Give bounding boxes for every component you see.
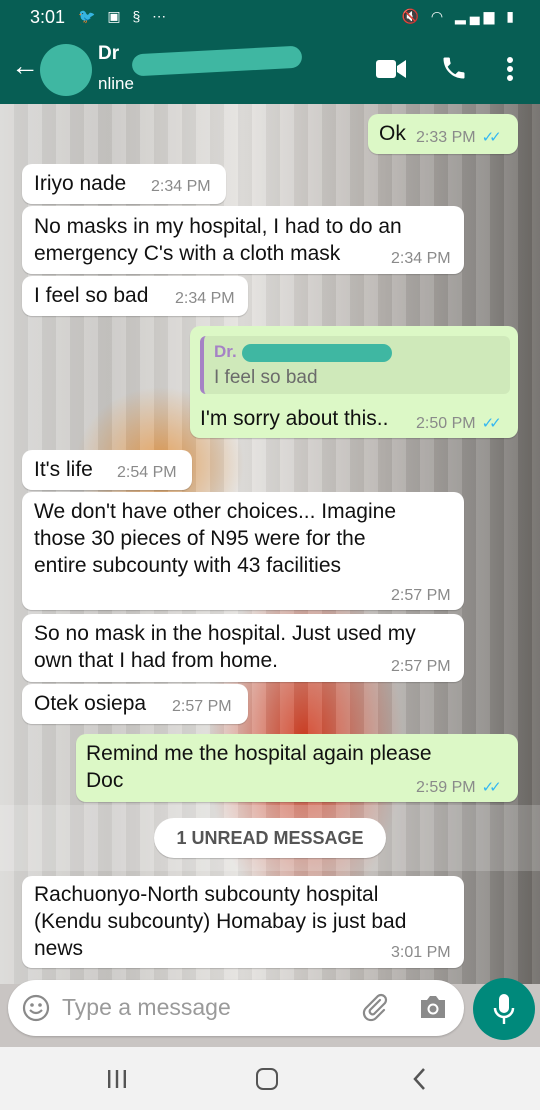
message-text: So no mask in the hospital. Just used my… bbox=[34, 622, 416, 672]
chat-header: ← Dr nline bbox=[0, 34, 540, 104]
message-time: 2:34 PM bbox=[151, 178, 211, 195]
attach-icon[interactable] bbox=[360, 992, 390, 1022]
message-time: 2:34 PM bbox=[391, 250, 451, 267]
mic-icon bbox=[493, 994, 515, 1024]
message-text: Ok bbox=[379, 122, 406, 145]
more-dots-icon: ⋯ bbox=[152, 8, 171, 24]
message-bubble-outgoing-reply[interactable]: Dr. I feel so bad I'm sorry about this..… bbox=[190, 326, 518, 438]
quoted-message[interactable]: Dr. I feel so bad bbox=[200, 336, 510, 394]
emoji-icon[interactable] bbox=[22, 994, 50, 1022]
data-saver-icon: § bbox=[132, 8, 145, 24]
message-bubble-incoming[interactable]: No masks in my hospital, I had to do an … bbox=[22, 206, 464, 274]
video-call-icon[interactable] bbox=[376, 58, 406, 80]
more-vert-icon[interactable] bbox=[498, 54, 522, 84]
message-bubble-incoming[interactable]: It's life 2:54 PM bbox=[22, 450, 192, 490]
wifi-icon: ◠ bbox=[430, 8, 448, 24]
twitter-icon: 🐦 bbox=[78, 8, 100, 24]
home-icon[interactable] bbox=[256, 1068, 278, 1090]
message-bubble-incoming[interactable]: We don't have other choices... Imagine t… bbox=[22, 492, 464, 610]
back-icon[interactable] bbox=[410, 1067, 430, 1091]
mute-icon: 🔇 bbox=[401, 8, 423, 24]
message-bubble-incoming[interactable]: So no mask in the hospital. Just used my… bbox=[22, 614, 464, 682]
message-text: Otek osiepa bbox=[34, 692, 147, 715]
message-input-box[interactable] bbox=[8, 980, 464, 1036]
unread-messages-badge: 1 UNREAD MESSAGE bbox=[154, 818, 386, 858]
contact-name[interactable]: Dr bbox=[98, 43, 119, 65]
status-time: 3:01 bbox=[30, 7, 66, 27]
message-text: Iriyo nade bbox=[34, 172, 127, 195]
voice-call-icon[interactable] bbox=[440, 54, 468, 82]
message-text: I feel so bad bbox=[34, 284, 149, 307]
contact-status: nline bbox=[98, 74, 134, 93]
quoted-text: I feel so bad bbox=[214, 367, 318, 388]
redaction-scribble bbox=[131, 45, 303, 77]
status-notification-icons: 🐦 ▣ § ⋯ bbox=[78, 8, 170, 25]
gallery-icon: ▣ bbox=[107, 8, 125, 24]
message-input[interactable] bbox=[62, 990, 352, 1024]
chat-background[interactable]: Ok 2:33 PM ✓✓ Iriyo nade 2:34 PM No masks… bbox=[0, 104, 540, 984]
message-text: We don't have other choices... Imagine t… bbox=[34, 500, 396, 577]
avatar[interactable] bbox=[40, 44, 92, 96]
message-time: 2:54 PM bbox=[117, 464, 177, 481]
message-bubble-incoming[interactable]: Iriyo nade 2:34 PM bbox=[22, 164, 226, 204]
message-text: Remind me the hospital again please Doc bbox=[86, 742, 432, 792]
message-text: I'm sorry about this.. bbox=[200, 407, 389, 430]
message-bubble-incoming[interactable]: I feel so bad 2:34 PM bbox=[22, 276, 248, 316]
message-text: Rachuonyo-North subcounty hospital (Kend… bbox=[34, 883, 407, 960]
recent-apps-icon[interactable] bbox=[106, 1069, 128, 1089]
message-text: No masks in my hospital, I had to do an … bbox=[34, 215, 402, 265]
quoted-author: Dr. bbox=[214, 342, 237, 361]
message-time: 2:50 PM ✓✓ bbox=[416, 415, 502, 432]
message-time: 2:33 PM ✓✓ bbox=[416, 129, 502, 146]
message-bubble-outgoing[interactable]: Ok 2:33 PM ✓✓ bbox=[368, 114, 518, 154]
message-text: It's life bbox=[34, 458, 93, 481]
message-bubble-incoming[interactable]: Rachuonyo-North subcounty hospital (Kend… bbox=[22, 876, 464, 968]
voice-record-button[interactable] bbox=[473, 978, 535, 1040]
message-bubble-incoming[interactable]: Otek osiepa 2:57 PM bbox=[22, 684, 248, 724]
signal-icon: ▂▄▆ bbox=[454, 8, 499, 24]
read-ticks-icon: ✓✓ bbox=[481, 779, 502, 796]
message-time: 2:59 PM ✓✓ bbox=[416, 779, 502, 796]
message-time: 2:57 PM bbox=[391, 658, 451, 675]
camera-icon[interactable] bbox=[418, 994, 448, 1020]
system-navigation-bar bbox=[0, 1047, 540, 1110]
message-time: 2:57 PM bbox=[172, 698, 232, 715]
composer bbox=[0, 978, 540, 1044]
message-time: 2:34 PM bbox=[175, 290, 235, 307]
status-bar: 3:01 🐦 ▣ § ⋯ 🔇 ◠ ▂▄▆ ▮ bbox=[0, 0, 540, 34]
battery-icon: ▮ bbox=[506, 8, 518, 24]
message-time: 2:57 PM bbox=[391, 587, 451, 604]
read-ticks-icon: ✓✓ bbox=[481, 129, 502, 146]
redaction-scribble bbox=[242, 344, 392, 362]
status-system-icons: 🔇 ◠ ▂▄▆ ▮ bbox=[402, 8, 519, 25]
read-ticks-icon: ✓✓ bbox=[481, 415, 502, 432]
arrow-left-icon[interactable]: ← bbox=[10, 52, 40, 82]
message-bubble-outgoing[interactable]: Remind me the hospital again please Doc … bbox=[76, 734, 518, 802]
message-time: 3:01 PM bbox=[391, 944, 451, 961]
